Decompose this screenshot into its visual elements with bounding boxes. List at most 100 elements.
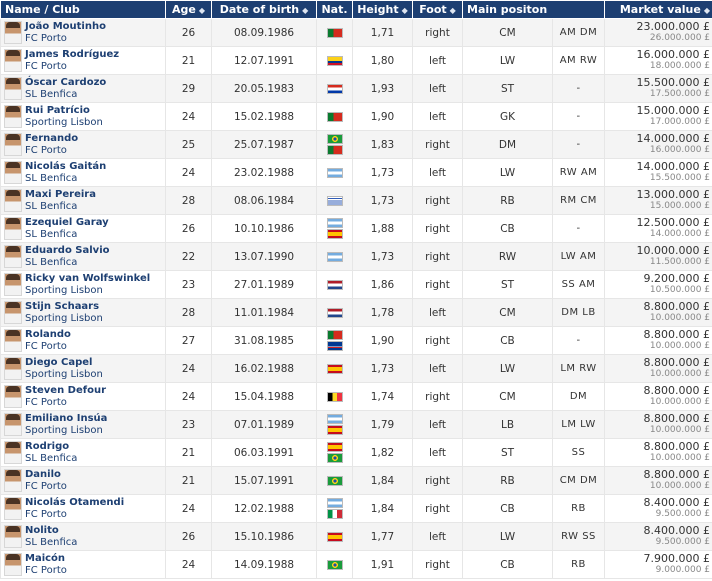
dob-cell: 07.01.1989 bbox=[211, 410, 317, 439]
main-position-cell: LB bbox=[462, 410, 553, 439]
column-header-position[interactable]: Main positon bbox=[461, 0, 606, 19]
player-name-link[interactable]: Óscar Cardozo bbox=[25, 77, 106, 89]
player-name-link[interactable]: James Rodríguez bbox=[25, 49, 119, 61]
club-link[interactable]: SL Benfica bbox=[25, 229, 109, 241]
club-link[interactable]: FC Porto bbox=[25, 33, 106, 45]
market-value: 8.800.000 £ bbox=[643, 412, 711, 425]
player-name-link[interactable]: Emiliano Insúa bbox=[25, 413, 107, 425]
player-text: Rolando FC Porto bbox=[25, 329, 71, 353]
main-position-cell: CB bbox=[462, 550, 553, 579]
player-name-link[interactable]: Steven Defour bbox=[25, 385, 106, 397]
player-name-link[interactable]: Danilo bbox=[25, 469, 67, 481]
table-row: Ricky van Wolfswinkel Sporting Lisbon 23 27… bbox=[0, 270, 712, 299]
player-name-link[interactable]: Maicón bbox=[25, 553, 67, 565]
player-name-link[interactable]: Nicolás Otamendi bbox=[25, 497, 124, 509]
height-cell: 1,80 bbox=[352, 46, 413, 75]
club-link[interactable]: FC Porto bbox=[25, 481, 67, 493]
player-avatar bbox=[4, 21, 22, 44]
main-position-cell: ST bbox=[462, 438, 553, 467]
previous-market-value: 10.000.000 £ bbox=[649, 313, 711, 323]
previous-market-value: 26.000.000 £ bbox=[649, 33, 711, 43]
club-link[interactable]: Sporting Lisbon bbox=[25, 425, 107, 437]
main-position-cell: CM bbox=[462, 382, 553, 411]
player-info: Maxi Pereira SL Benfica bbox=[3, 189, 163, 213]
column-header-name[interactable]: Name / Club bbox=[0, 0, 166, 19]
player-info: Rodrigo SL Benfica bbox=[3, 441, 163, 465]
player-name-link[interactable]: Rolando bbox=[25, 329, 71, 341]
player-info: Maicón FC Porto bbox=[3, 553, 163, 577]
player-text: Óscar Cardozo SL Benfica bbox=[25, 77, 106, 101]
column-header-height[interactable]: Height ◆ bbox=[352, 0, 413, 19]
player-name-link[interactable]: João Moutinho bbox=[25, 21, 106, 33]
player-text: Nolito SL Benfica bbox=[25, 525, 77, 549]
table-row: Diego Capel Sporting Lisbon 24 16.02.1988 1,… bbox=[0, 354, 712, 383]
club-link[interactable]: SL Benfica bbox=[25, 173, 106, 185]
club-link[interactable]: FC Porto bbox=[25, 341, 71, 353]
player-name-link[interactable]: Eduardo Salvio bbox=[25, 245, 110, 257]
club-link[interactable]: FC Porto bbox=[25, 145, 78, 157]
player-name-link[interactable]: Nolito bbox=[25, 525, 77, 537]
age-cell: 27 bbox=[165, 326, 212, 355]
player-info: Diego Capel Sporting Lisbon bbox=[3, 357, 163, 381]
club-link[interactable]: SL Benfica bbox=[25, 89, 106, 101]
club-link[interactable]: SL Benfica bbox=[25, 453, 77, 465]
foot-cell: left bbox=[412, 46, 463, 75]
age-cell: 23 bbox=[165, 270, 212, 299]
height-cell: 1,73 bbox=[352, 354, 413, 383]
nationality-cell bbox=[316, 186, 353, 215]
player-cell: James Rodríguez FC Porto bbox=[0, 46, 166, 75]
age-cell: 21 bbox=[165, 438, 212, 467]
flag-icon-por bbox=[326, 27, 343, 38]
other-positions-cell: SS bbox=[551, 438, 606, 467]
table-row: Ezequiel Garay SL Benfica 26 10.10.1986 1,88… bbox=[0, 214, 712, 243]
club-link[interactable]: Sporting Lisbon bbox=[25, 117, 103, 129]
foot-cell: right bbox=[412, 18, 463, 47]
player-name-link[interactable]: Rui Patrício bbox=[25, 105, 103, 117]
player-name-link[interactable]: Stijn Schaars bbox=[25, 301, 103, 313]
column-header-dob[interactable]: Date of birth ◆ bbox=[211, 0, 317, 19]
dob-cell: 15.07.1991 bbox=[211, 466, 317, 495]
column-header-foot[interactable]: Foot ◆ bbox=[412, 0, 463, 19]
player-name-link[interactable]: Nicolás Gaitán bbox=[25, 161, 106, 173]
flag-icon-bra bbox=[326, 475, 343, 486]
other-positions-cell: SS AM bbox=[551, 270, 606, 299]
club-link[interactable]: FC Porto bbox=[25, 61, 119, 73]
club-link[interactable]: Sporting Lisbon bbox=[25, 313, 103, 325]
foot-cell: left bbox=[412, 522, 463, 551]
club-link[interactable]: Sporting Lisbon bbox=[25, 369, 103, 381]
player-name-link[interactable]: Maxi Pereira bbox=[25, 189, 96, 201]
flag-icon-bra bbox=[326, 134, 343, 144]
player-avatar bbox=[4, 189, 22, 212]
player-name-link[interactable]: Fernando bbox=[25, 133, 78, 145]
player-cell: Rolando FC Porto bbox=[0, 326, 166, 355]
table-row: Rui Patrício Sporting Lisbon 24 15.02.1988 1… bbox=[0, 102, 712, 131]
column-header-age[interactable]: Age ◆ bbox=[165, 0, 212, 19]
player-name-link[interactable]: Rodrigo bbox=[25, 441, 77, 453]
height-cell: 1,86 bbox=[352, 270, 413, 299]
market-value-cell: 8.800.000 £10.000.000 £ bbox=[604, 382, 712, 411]
player-cell: Maxi Pereira SL Benfica bbox=[0, 186, 166, 215]
other-positions-cell: LM RW bbox=[551, 354, 606, 383]
club-link[interactable]: FC Porto bbox=[25, 565, 67, 577]
club-link[interactable]: SL Benfica bbox=[25, 257, 110, 269]
player-name-link[interactable]: Diego Capel bbox=[25, 357, 103, 369]
player-name-link[interactable]: Ricky van Wolfswinkel bbox=[25, 273, 150, 285]
club-link[interactable]: SL Benfica bbox=[25, 537, 77, 549]
club-link[interactable]: SL Benfica bbox=[25, 201, 96, 213]
player-cell: Emiliano Insúa Sporting Lisbon bbox=[0, 410, 166, 439]
height-cell: 1,90 bbox=[352, 102, 413, 131]
club-link[interactable]: FC Porto bbox=[25, 509, 124, 521]
height-cell: 1,91 bbox=[352, 550, 413, 579]
player-name-link[interactable]: Ezequiel Garay bbox=[25, 217, 109, 229]
dob-cell: 23.02.1988 bbox=[211, 158, 317, 187]
age-cell: 23 bbox=[165, 410, 212, 439]
column-header-nat[interactable]: Nat. bbox=[316, 0, 353, 19]
previous-market-value: 10.000.000 £ bbox=[649, 425, 711, 435]
column-header-value[interactable]: Market value ◆ bbox=[604, 0, 712, 19]
market-value: 13.000.000 £ bbox=[636, 188, 711, 201]
club-link[interactable]: FC Porto bbox=[25, 397, 106, 409]
club-link[interactable]: Sporting Lisbon bbox=[25, 285, 150, 297]
flag-icon-esp bbox=[326, 229, 343, 239]
player-text: James Rodríguez FC Porto bbox=[25, 49, 119, 73]
age-cell: 24 bbox=[165, 102, 212, 131]
